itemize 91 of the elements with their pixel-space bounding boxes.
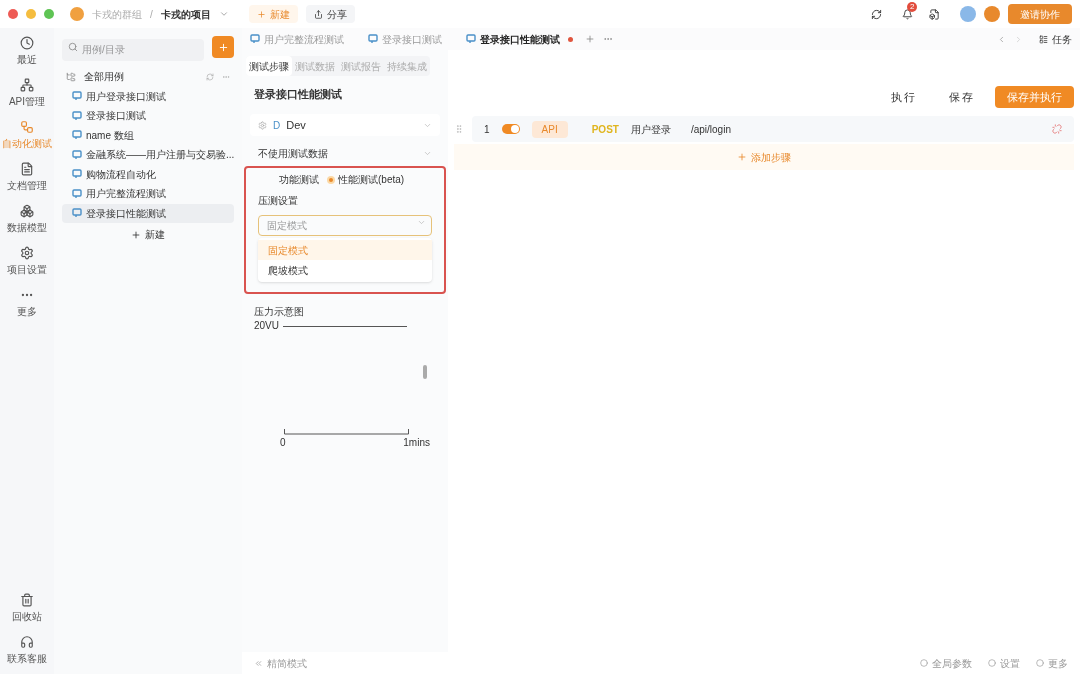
case-item[interactable]: 登录接口测试 [62, 106, 234, 126]
add-button[interactable] [212, 36, 234, 58]
notification-count: 2 [907, 1, 918, 12]
case-icon [368, 34, 378, 44]
mode-radio[interactable]: 功能测试 [268, 172, 319, 187]
headset-icon[interactable] [20, 635, 34, 649]
plus-icon [131, 229, 141, 240]
mode-radio[interactable]: 性能测试(beta) [327, 172, 405, 187]
rail-label[interactable]: 文档管理 [7, 178, 47, 193]
flow-icon[interactable] [20, 120, 34, 134]
axis-label: 1mins [403, 436, 430, 450]
user-avatar[interactable] [984, 6, 1000, 22]
list-icon [1039, 34, 1048, 44]
plus-icon [737, 152, 747, 162]
document-tab[interactable]: 登录接口性能测试 [466, 31, 573, 47]
chevrons-icon [254, 658, 263, 668]
case-item[interactable]: name 数组 [62, 125, 234, 145]
case-icon [72, 149, 82, 160]
action-button[interactable]: 执行 [879, 88, 929, 106]
team-avatar[interactable] [70, 7, 84, 21]
drag-handle-icon[interactable] [454, 124, 464, 134]
dropdown-option[interactable]: 爬坡模式 [258, 260, 432, 280]
rail-label[interactable]: API管理 [8, 94, 46, 109]
rail-label[interactable]: 回收站 [12, 609, 42, 624]
search-field[interactable]: 用例/目录 [62, 38, 204, 61]
share-icon [313, 9, 323, 19]
cubes-icon[interactable] [20, 204, 34, 218]
tasks-button[interactable]: 任务 [1039, 31, 1072, 47]
load-settings-label: 压测设置 [258, 194, 299, 208]
project-link[interactable]: 卡戎的项目 [160, 6, 211, 22]
axis-label: 20VU [254, 321, 279, 331]
action-button[interactable]: 保存 [937, 88, 987, 106]
new-case-button[interactable]: 新建 [131, 227, 165, 242]
load-mode-select[interactable]: 固定模式 [258, 215, 432, 236]
environment-select[interactable]: D Dev [250, 114, 440, 136]
case-icon [72, 208, 82, 219]
rail-label[interactable]: 数据模型 [7, 220, 47, 235]
case-icon [72, 130, 82, 141]
caret-icon [417, 218, 426, 227]
trash-icon[interactable] [20, 593, 34, 607]
user-avatar[interactable] [960, 6, 976, 22]
axis-label: 0 [280, 436, 286, 450]
step-row[interactable]: 1 API POST 用户登录 /api/login [472, 116, 1074, 142]
refresh-icon[interactable] [206, 72, 214, 81]
breadcrumb-separator: / [150, 7, 153, 22]
rail-label[interactable]: 联系客服 [7, 651, 47, 666]
step-toggle[interactable] [501, 124, 520, 134]
tree-root[interactable]: 全部用例 [84, 69, 198, 84]
case-icon [72, 91, 82, 102]
rail-label[interactable]: 项目设置 [7, 262, 47, 277]
test-data-select[interactable]: 不使用测试数据 [250, 142, 440, 164]
case-item[interactable]: 金融系统——用户注册与交易验... [62, 145, 234, 165]
settings-icon [258, 120, 267, 130]
step-path: /api/login [690, 122, 731, 137]
clock-icon[interactable] [20, 36, 34, 50]
scroll-thumb[interactable] [423, 365, 427, 379]
case-item[interactable]: 登录接口性能测试 [62, 203, 234, 223]
case-icon [250, 34, 260, 44]
plus-icon [217, 41, 229, 53]
sync-icon[interactable] [871, 8, 882, 20]
case-icon [72, 188, 82, 199]
sub-tab[interactable]: 测试步骤 [246, 56, 292, 76]
settings-icon[interactable] [20, 246, 34, 260]
circle-icon [920, 659, 928, 667]
notification-icon[interactable] [902, 8, 913, 20]
document-icon[interactable] [20, 162, 34, 176]
step-number: 1 [484, 122, 490, 137]
unlink-icon[interactable] [1052, 124, 1062, 134]
rail-label[interactable]: 更多 [17, 304, 37, 319]
share-button[interactable]: 分享 [305, 5, 355, 23]
case-icon [466, 34, 476, 44]
circle-icon [988, 659, 996, 667]
case-item[interactable]: 用户登录接口测试 [62, 86, 234, 106]
circle-icon [1036, 659, 1044, 667]
next-icon[interactable] [1014, 34, 1023, 44]
case-item[interactable]: 购物流程自动化 [62, 164, 234, 184]
case-icon [72, 169, 82, 180]
network-icon[interactable] [20, 78, 34, 92]
case-item[interactable]: 用户完整流程测试 [62, 184, 234, 204]
add-tab-icon[interactable] [585, 34, 595, 44]
environment-initial: D [272, 118, 282, 133]
chart-title: 压力示意图 [254, 305, 305, 319]
previous-icon[interactable] [997, 34, 1006, 44]
plus-icon [256, 9, 266, 19]
step-name: 用户登录 [630, 122, 671, 137]
case-icon [72, 110, 82, 121]
method-label: POST [591, 122, 619, 137]
rail-label[interactable]: 最近 [17, 52, 37, 67]
step-type-tag: API [531, 120, 568, 138]
case-title: 登录接口性能测试 [254, 87, 343, 102]
caret-icon[interactable] [218, 9, 229, 19]
